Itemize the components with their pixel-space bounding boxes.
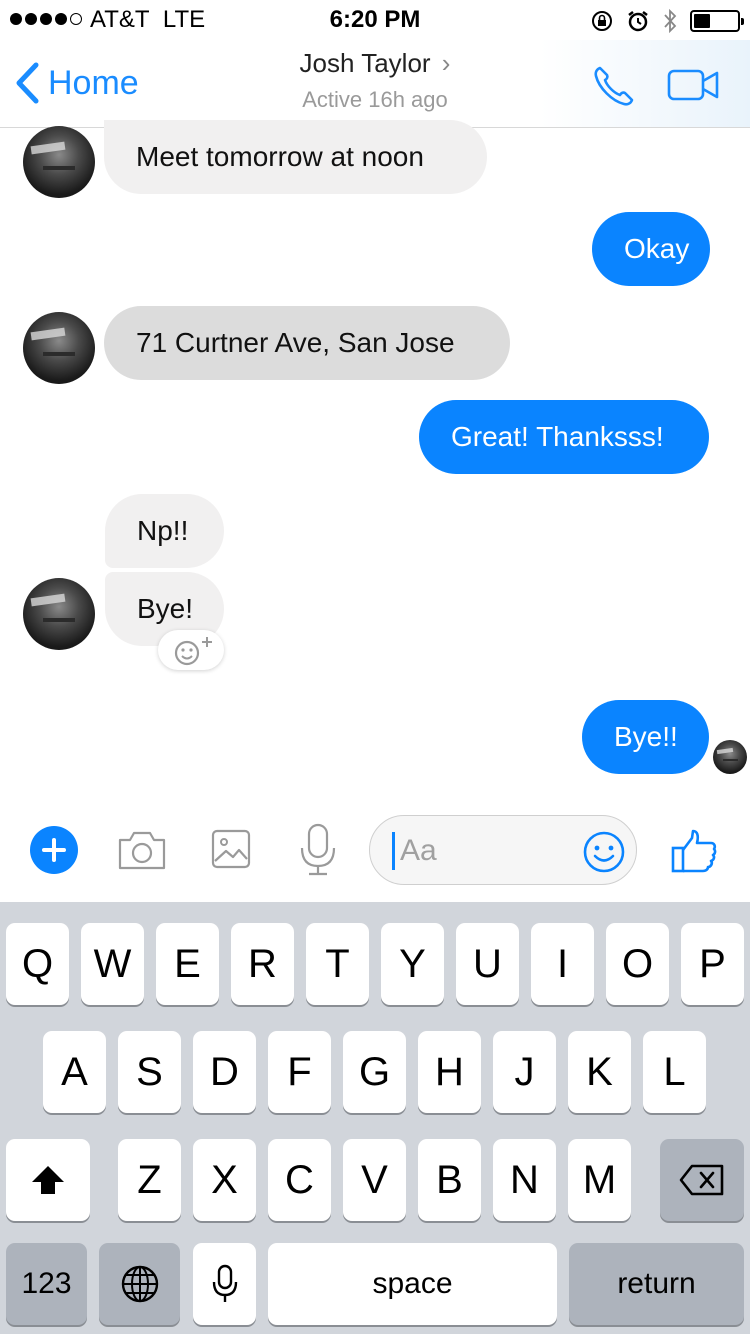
add-reaction-icon: [174, 637, 212, 666]
key-g[interactable]: G: [343, 1031, 406, 1113]
conversation-header: Home Josh Taylor › Active 16h ago: [0, 40, 750, 128]
image-icon: [211, 829, 251, 869]
shift-key[interactable]: [6, 1139, 90, 1221]
incoming-message[interactable]: 71 Curtner Ave, San Jose: [104, 306, 510, 380]
key-j[interactable]: J: [493, 1031, 556, 1113]
globe-icon: [121, 1265, 158, 1303]
key-l[interactable]: L: [643, 1031, 706, 1113]
gallery-button[interactable]: [210, 826, 252, 875]
key-d[interactable]: D: [193, 1031, 256, 1113]
chevron-right-icon: ›: [434, 48, 451, 78]
key-n[interactable]: N: [493, 1139, 556, 1221]
add-reaction-button[interactable]: [158, 630, 224, 670]
more-actions-button[interactable]: [30, 826, 78, 874]
key-a[interactable]: A: [43, 1031, 106, 1113]
video-call-button[interactable]: [666, 68, 720, 107]
outgoing-message[interactable]: Okay: [592, 212, 710, 286]
key-h[interactable]: H: [418, 1031, 481, 1113]
space-key[interactable]: space: [268, 1243, 557, 1325]
key-b[interactable]: B: [418, 1139, 481, 1221]
status-icons: [590, 8, 744, 34]
outgoing-message[interactable]: Great! Thanksss!: [419, 400, 709, 474]
numbers-key[interactable]: 123: [6, 1243, 87, 1325]
globe-key[interactable]: [99, 1243, 180, 1325]
read-receipt-avatar: [713, 740, 747, 774]
bluetooth-icon: [664, 8, 677, 34]
rotation-lock-icon: [592, 11, 612, 31]
backspace-key[interactable]: [660, 1139, 744, 1221]
key-m[interactable]: M: [568, 1139, 631, 1221]
key-f[interactable]: F: [268, 1031, 331, 1113]
key-o[interactable]: O: [606, 923, 669, 1005]
message-input-placeholder: Aa: [400, 834, 437, 867]
key-s[interactable]: S: [118, 1031, 181, 1113]
emoji-button[interactable]: [582, 830, 626, 879]
key-k[interactable]: K: [568, 1031, 631, 1113]
outgoing-message[interactable]: Bye!!: [582, 700, 709, 774]
shift-icon: [32, 1166, 64, 1194]
key-y[interactable]: Y: [381, 923, 444, 1005]
message-composer: Aa: [0, 800, 750, 902]
smiley-icon: [583, 831, 625, 873]
key-q[interactable]: Q: [6, 923, 69, 1005]
incoming-message[interactable]: Np!!: [105, 494, 224, 568]
like-button[interactable]: [670, 828, 718, 879]
status-bar: AT&T LTE 6:20 PM: [0, 0, 750, 40]
key-e[interactable]: E: [156, 923, 219, 1005]
phone-icon: [594, 66, 634, 106]
key-v[interactable]: V: [343, 1139, 406, 1221]
plus-icon: [42, 838, 66, 862]
dictation-key[interactable]: [193, 1243, 256, 1325]
key-z[interactable]: Z: [118, 1139, 181, 1221]
message-input[interactable]: Aa: [369, 815, 637, 885]
voice-call-button[interactable]: [590, 62, 638, 115]
microphone-icon: [212, 1264, 237, 1302]
key-p[interactable]: P: [681, 923, 744, 1005]
backspace-icon: [679, 1164, 724, 1196]
contact-avatar[interactable]: [23, 126, 95, 198]
contact-avatar[interactable]: [23, 312, 95, 384]
return-key[interactable]: return: [569, 1243, 744, 1325]
key-r[interactable]: R: [231, 923, 294, 1005]
microphone-icon: [300, 823, 336, 876]
alarm-icon: [628, 11, 648, 32]
camera-button[interactable]: [117, 826, 167, 877]
video-camera-icon: [667, 69, 719, 101]
key-i[interactable]: I: [531, 923, 594, 1005]
contact-avatar[interactable]: [23, 578, 95, 650]
voice-message-button[interactable]: [298, 822, 338, 883]
key-w[interactable]: W: [81, 923, 144, 1005]
thumbs-up-icon: [671, 829, 717, 873]
text-caret: [392, 832, 395, 870]
key-x[interactable]: X: [193, 1139, 256, 1221]
key-c[interactable]: C: [268, 1139, 331, 1221]
camera-icon: [118, 831, 166, 870]
key-u[interactable]: U: [456, 923, 519, 1005]
key-t[interactable]: T: [306, 923, 369, 1005]
incoming-message[interactable]: Meet tomorrow at noon: [104, 120, 487, 194]
keyboard: Q W E R T Y U I O P A S D F G H J K L Z …: [0, 902, 750, 1334]
battery-icon: [690, 10, 744, 32]
